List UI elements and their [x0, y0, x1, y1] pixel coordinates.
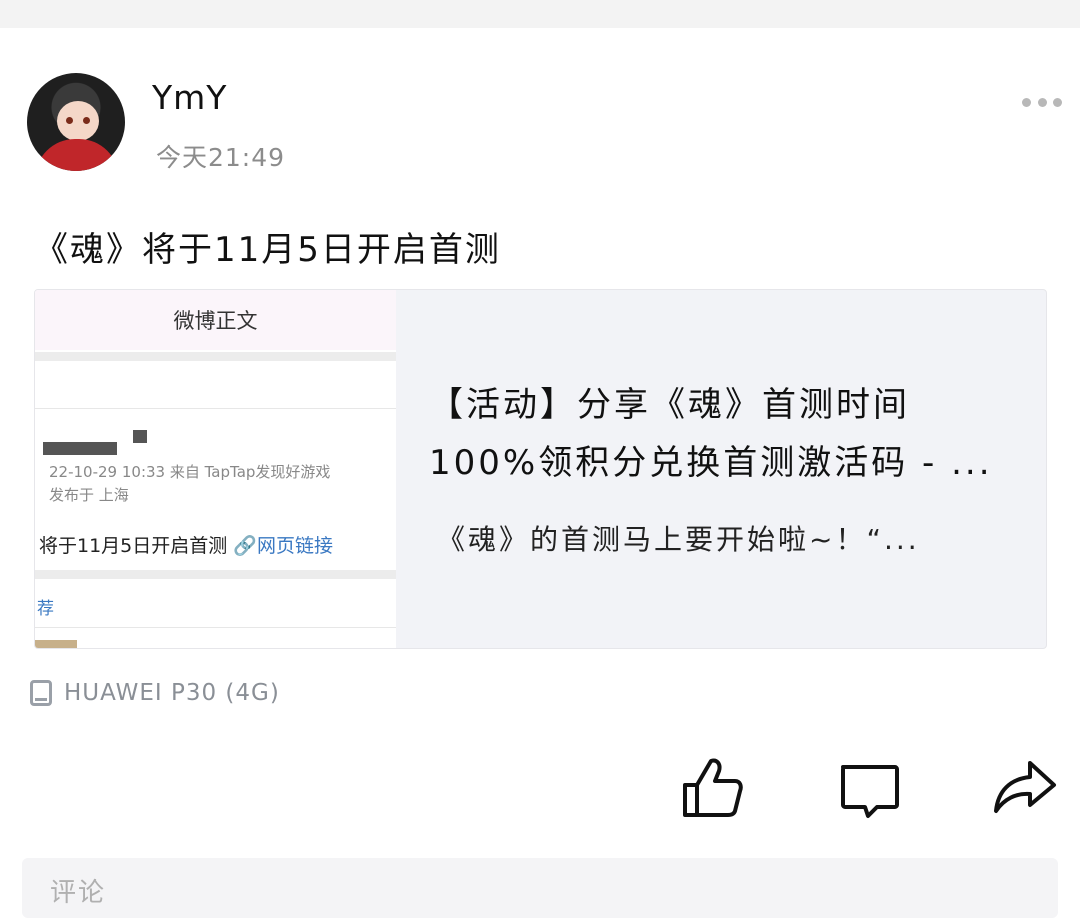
avatar-eye	[66, 117, 73, 124]
share-icon[interactable]	[992, 755, 1058, 821]
more-dot	[1022, 97, 1031, 107]
phone-icon	[30, 680, 52, 706]
comment-icon[interactable]	[837, 755, 903, 821]
more-icon[interactable]	[1022, 96, 1062, 108]
thumbnail-divider	[35, 352, 396, 361]
comment-input[interactable]: 评论	[22, 858, 1058, 918]
link-card-title: 【活动】分享《魂》首测时间 100%领积分兑换首测激活码 - ...	[429, 376, 1029, 492]
thumbnail-header: 微博正文	[35, 290, 396, 350]
device-info: HUAWEI P30 (4G)	[30, 680, 280, 706]
link-card[interactable]: 微博正文 22-10-29 10:33 来自 TapTap发现好游戏 发布于 上…	[34, 289, 1047, 649]
post-time: 今天21:49	[156, 143, 286, 172]
thumbnail-link: 🔗网页链接	[233, 535, 333, 557]
avatar-eye	[83, 117, 90, 124]
link-card-description: 《魂》的首测马上要开始啦~！“...	[437, 523, 920, 556]
thumbs-up-icon[interactable]	[680, 755, 746, 821]
avatar-body	[35, 139, 119, 171]
thumbnail-body: 将于11月5日开启首测 🔗网页链接	[39, 531, 333, 558]
thumbnail-divider	[35, 408, 396, 409]
thumbnail-body-text: 将于11月5日开启首测	[39, 535, 228, 557]
link-card-thumbnail: 微博正文 22-10-29 10:33 来自 TapTap发现好游戏 发布于 上…	[35, 290, 396, 648]
more-dot	[1037, 97, 1047, 107]
thumbnail-recommend: 荐	[37, 599, 54, 619]
thumbnail-image-fragment	[35, 640, 77, 648]
more-dot	[1053, 97, 1062, 107]
thumbnail-divider	[35, 570, 396, 579]
comment-placeholder: 评论	[50, 878, 107, 908]
thumbnail-date: 22-10-29 10:33 来自 TapTap发现好游戏	[49, 463, 331, 481]
username[interactable]: YmY	[152, 78, 227, 117]
blurred-block	[43, 442, 117, 455]
link-card-title-line: 100%领积分兑换首测激活码 - ...	[429, 443, 993, 483]
avatar[interactable]	[27, 73, 125, 171]
thumbnail-location: 发布于 上海	[49, 486, 129, 504]
link-card-title-line: 【活动】分享《魂》首测时间	[429, 385, 910, 425]
post-text: 《魂》将于11月5日开启首测	[34, 230, 501, 270]
blurred-block	[133, 430, 147, 443]
top-bar	[0, 0, 1080, 28]
thumbnail-divider	[35, 627, 396, 628]
device-name: HUAWEI P30 (4G)	[64, 680, 280, 706]
avatar-face	[57, 101, 99, 141]
